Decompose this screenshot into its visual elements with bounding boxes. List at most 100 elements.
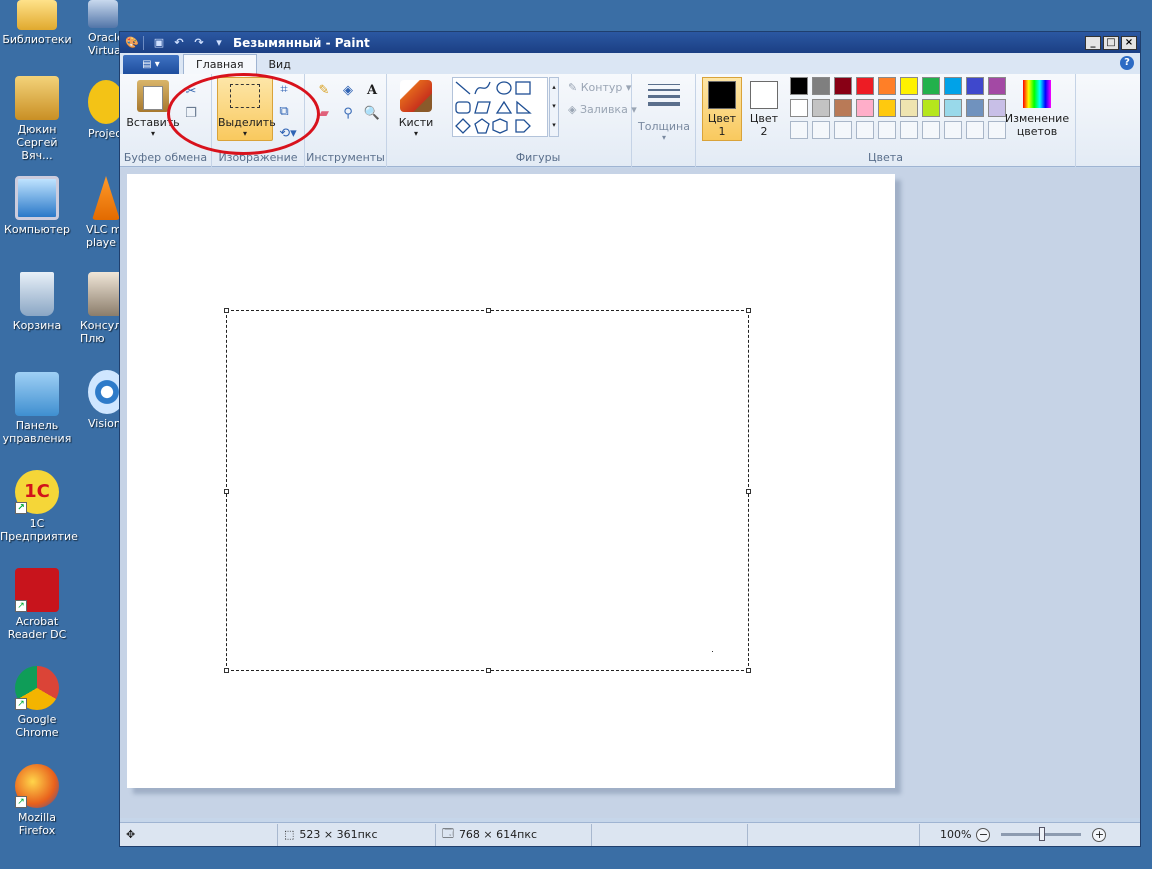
1c-logo-icon: 1С ↗ <box>15 470 59 514</box>
selection-rectangle[interactable] <box>224 308 751 673</box>
selection-handle[interactable] <box>486 308 491 313</box>
desktop-icon-recycle-bin[interactable]: Корзина <box>0 272 74 332</box>
file-menu-button[interactable]: ▤ ▾ <box>123 55 179 74</box>
color-swatch[interactable] <box>966 77 984 95</box>
color-swatch[interactable] <box>922 99 940 117</box>
selection-handle[interactable] <box>224 489 229 494</box>
image-size-icon: 🗔 <box>442 827 454 840</box>
custom-color-slot[interactable] <box>922 121 940 139</box>
color-swatch[interactable] <box>966 99 984 117</box>
selection-handle[interactable] <box>224 668 229 673</box>
color-swatch[interactable] <box>834 99 852 117</box>
save-icon[interactable]: ▣ <box>151 35 167 51</box>
desktop-icon-label: 1С Предприятие <box>0 517 78 543</box>
shortcut-arrow-icon: ↗ <box>15 698 27 710</box>
color-swatch[interactable] <box>878 99 896 117</box>
image-size-text: 768 × 614пкс <box>458 828 538 841</box>
color-swatch[interactable] <box>812 77 830 95</box>
outline-label: Контур <box>580 80 623 94</box>
selection-handle[interactable] <box>746 668 751 673</box>
maximize-button[interactable]: □ <box>1103 35 1119 50</box>
desktop-icon-acrobat[interactable]: ↗ Acrobat Reader DC <box>0 568 74 641</box>
selection-handle[interactable] <box>486 668 491 673</box>
desktop-icon-label: Корзина <box>12 319 62 332</box>
custom-color-slot[interactable] <box>812 121 830 139</box>
pencil-icon[interactable]: ✎ <box>315 81 333 99</box>
cursor-move-icon: ✥ <box>126 828 136 841</box>
paste-dropdown-icon: ▾ <box>150 129 155 138</box>
color-swatch[interactable] <box>790 77 808 95</box>
custom-color-slot[interactable] <box>834 121 852 139</box>
desktop-icon-1c[interactable]: 1С ↗ 1С Предприятие <box>0 470 78 543</box>
color-swatch[interactable] <box>834 77 852 95</box>
color-swatch[interactable] <box>900 99 918 117</box>
control-panel-icon <box>15 372 59 416</box>
color-swatch[interactable] <box>944 77 962 95</box>
desktop-icon-label: Google Chrome <box>15 713 59 739</box>
custom-color-slot[interactable] <box>900 121 918 139</box>
desktop-icon-firefox[interactable]: ↗ Mozilla Firefox <box>0 764 74 837</box>
close-button[interactable]: × <box>1121 35 1137 50</box>
desktop-icon-libraries[interactable]: Библиотеки <box>0 0 74 46</box>
color-swatch[interactable] <box>790 99 808 117</box>
cursor-position-cell: ✥ <box>120 823 278 846</box>
brushes-dropdown-icon: ▾ <box>413 129 418 138</box>
brushes-label: Кисти <box>398 116 434 129</box>
magnifier-icon[interactable]: 🔍 <box>363 104 381 122</box>
shortcut-arrow-icon: ↗ <box>15 502 27 514</box>
rainbow-icon <box>1023 80 1051 108</box>
edit-colors-button[interactable]: Изменение цветов <box>1002 80 1072 138</box>
custom-color-slot[interactable] <box>856 121 874 139</box>
tab-view[interactable]: Вид <box>257 54 303 74</box>
selection-handle[interactable] <box>746 308 751 313</box>
selection-handle[interactable] <box>224 308 229 313</box>
shapes-scroll[interactable]: ▴ ▾ ▾ <box>549 77 559 137</box>
chrome-icon: ↗ <box>15 666 59 710</box>
help-icon[interactable]: ? <box>1120 56 1134 70</box>
color1-button[interactable]: Цвет 1 <box>702 77 742 141</box>
redo-icon[interactable]: ↷ <box>191 35 207 51</box>
zoom-slider[interactable] <box>1001 827 1082 841</box>
image-size-cell: 🗔 768 × 614пкс <box>436 823 592 846</box>
minimize-button[interactable]: _ <box>1085 35 1101 50</box>
color-picker-icon[interactable]: ⚲ <box>339 104 357 122</box>
desktop-icon-computer[interactable]: Компьютер <box>0 176 74 236</box>
undo-icon[interactable]: ↶ <box>171 35 187 51</box>
zoom-in-button[interactable]: + <box>1092 827 1107 842</box>
desktop-icon-label: Acrobat Reader DC <box>7 615 67 641</box>
zoom-slider-thumb[interactable] <box>1039 827 1046 841</box>
tab-home[interactable]: Главная <box>183 54 257 74</box>
color-swatch[interactable] <box>856 77 874 95</box>
desktop-icon-label: Библиотеки <box>2 33 72 46</box>
drawing-canvas[interactable] <box>127 174 895 788</box>
color-swatch[interactable] <box>922 77 940 95</box>
fill-bucket-icon[interactable]: ◈ <box>339 81 357 99</box>
size-button[interactable]: Толщина ▾ <box>638 80 690 142</box>
quick-access-dropdown-icon[interactable]: ▾ <box>211 35 227 51</box>
text-tool-icon[interactable]: A <box>363 81 381 99</box>
color-swatch[interactable] <box>900 77 918 95</box>
custom-color-slot[interactable] <box>966 121 984 139</box>
custom-color-slot[interactable] <box>944 121 962 139</box>
custom-color-slot[interactable] <box>790 121 808 139</box>
selection-handle[interactable] <box>746 489 751 494</box>
color-swatch[interactable] <box>878 77 896 95</box>
paint-app-icon[interactable]: 🎨 <box>124 35 140 51</box>
canvas-workspace <box>120 168 1140 818</box>
desktop-icon-label: Компьютер <box>4 223 70 236</box>
brushes-button[interactable]: Кисти ▾ <box>393 80 439 138</box>
color-swatch[interactable] <box>944 99 962 117</box>
desktop-icon-user[interactable]: Дюкин Сергей Вяч... <box>0 76 74 162</box>
color-swatch[interactable] <box>812 99 830 117</box>
desktop-icon-chrome[interactable]: ↗ Google Chrome <box>0 666 74 739</box>
desktop-icon-control-panel[interactable]: Панель управления <box>0 372 74 445</box>
shortcut-arrow-icon: ↗ <box>15 600 27 612</box>
folder-icon <box>17 0 57 30</box>
brush-icon <box>400 80 432 112</box>
custom-color-slot[interactable] <box>878 121 896 139</box>
acrobat-icon: ↗ <box>15 568 59 612</box>
brushes-group: Кисти ▾ <box>387 74 445 167</box>
zoom-out-button[interactable]: − <box>976 827 991 842</box>
color2-button[interactable]: Цвет 2 <box>744 77 784 141</box>
color-swatch[interactable] <box>856 99 874 117</box>
